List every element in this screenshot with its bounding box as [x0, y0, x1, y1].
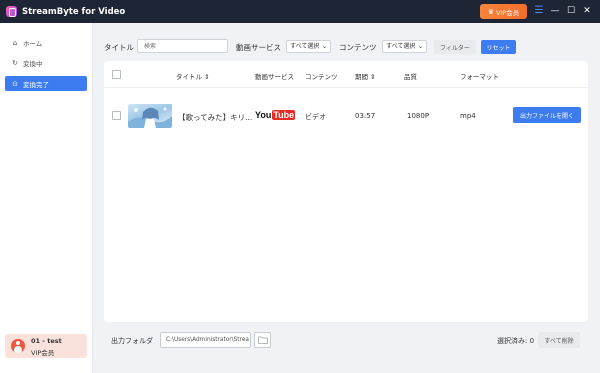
user-card[interactable]: 01 - test VIP会员	[5, 334, 87, 358]
vip-button[interactable]: ♛ VIP会员	[480, 4, 527, 19]
sidebar-item-label: ホーム	[23, 39, 43, 48]
chevron-down-icon: ⌄	[321, 43, 327, 50]
home-icon: ⌂	[12, 38, 18, 47]
service-select[interactable]: すべて選択 ⌄	[286, 40, 331, 53]
selected-count: 選択済み: 0	[497, 337, 535, 345]
sidebar-item-converting[interactable]: ↻ 変換中	[5, 55, 87, 70]
chevron-down-icon: ⌄	[417, 43, 423, 50]
title-filter-label: タイトル	[104, 43, 134, 52]
content-select[interactable]: すべて選択 ⌄	[382, 40, 427, 53]
sidebar-item-completed[interactable]: ⊙ 変換完了	[5, 76, 87, 91]
avatar	[11, 339, 25, 353]
youtube-logo-icon: You Tube	[255, 110, 296, 120]
row-duration: 03:57	[355, 112, 376, 120]
open-output-file-button[interactable]: 出力ファイルを開く	[513, 107, 581, 123]
output-folder-field[interactable]: C:\Users\Administrator\Strea	[160, 332, 251, 348]
search-input[interactable]	[137, 39, 228, 53]
column-header-format: フォーマット	[460, 73, 499, 81]
refresh-icon: ↻	[12, 58, 18, 67]
crown-icon: ♛	[487, 7, 494, 16]
sidebar-item-label: 変換完了	[23, 80, 49, 89]
column-header-quality: 品質	[404, 73, 417, 81]
row-title: 【歌ってみた】キリ...	[178, 113, 253, 122]
content-filter-label: コンテンツ	[339, 43, 377, 52]
row-checkbox[interactable]	[112, 111, 121, 120]
column-header-content: コンテンツ	[305, 73, 338, 81]
sort-icon: ⇕	[370, 73, 376, 81]
row-quality: 1080P	[407, 112, 430, 120]
hamburger-menu-icon[interactable]: ☰	[533, 5, 545, 17]
sidebar-item-home[interactable]: ⌂ ホーム	[5, 35, 87, 50]
clear-all-button[interactable]: すべて削除	[538, 332, 580, 348]
reset-button[interactable]: リセット	[481, 40, 516, 54]
maximize-icon[interactable]: ☐	[565, 5, 577, 17]
sidebar-item-label: 変換中	[23, 59, 43, 68]
vip-button-label: VIP会员	[495, 8, 520, 17]
results-table: タイトル ⇕ 動画サービス コンテンツ 期間 ⇕ 品質 フォーマット 【歌ってみ…	[104, 61, 588, 322]
service-select-value: すべて選択	[290, 43, 320, 50]
column-header-duration[interactable]: 期間 ⇕	[355, 71, 376, 81]
table-row[interactable]: 【歌ってみた】キリ... You Tube ビデオ 03:57 1080P mp4…	[104, 99, 588, 133]
column-header-service: 動画サービス	[255, 73, 294, 81]
folder-glyph	[257, 336, 268, 344]
select-all-checkbox[interactable]	[112, 70, 121, 79]
app-title: StreamByte for Video	[22, 6, 126, 17]
check-circle-icon: ⊙	[12, 79, 18, 88]
user-vip-badge: VIP会员	[31, 349, 55, 357]
close-icon[interactable]: ✕	[581, 5, 593, 17]
minimize-icon[interactable]: —	[549, 5, 561, 17]
video-thumbnail	[128, 104, 172, 128]
service-filter-label: 動画サービス	[236, 43, 281, 52]
title-bar: StreamByte for Video ♛ VIP会员 ☰ — ☐ ✕	[0, 0, 600, 23]
sort-icon: ⇕	[204, 73, 210, 81]
filter-button[interactable]: フィルター	[434, 40, 476, 54]
output-folder-label: 出力フォルダ	[111, 337, 153, 345]
content-select-value: すべて選択	[386, 43, 416, 50]
sidebar: ⌂ ホーム ↻ 変換中 ⊙ 変換完了 01 - test VIP会员	[0, 23, 93, 373]
row-format: mp4	[460, 112, 476, 120]
row-content: ビデオ	[305, 113, 326, 121]
column-header-title[interactable]: タイトル ⇕	[176, 71, 210, 81]
app-logo-icon	[6, 6, 17, 17]
user-name: 01 - test	[31, 337, 62, 345]
thumbnail-art	[128, 107, 172, 128]
table-header: タイトル ⇕ 動画サービス コンテンツ 期間 ⇕ 品質 フォーマット	[104, 61, 588, 88]
folder-icon[interactable]	[254, 332, 271, 348]
